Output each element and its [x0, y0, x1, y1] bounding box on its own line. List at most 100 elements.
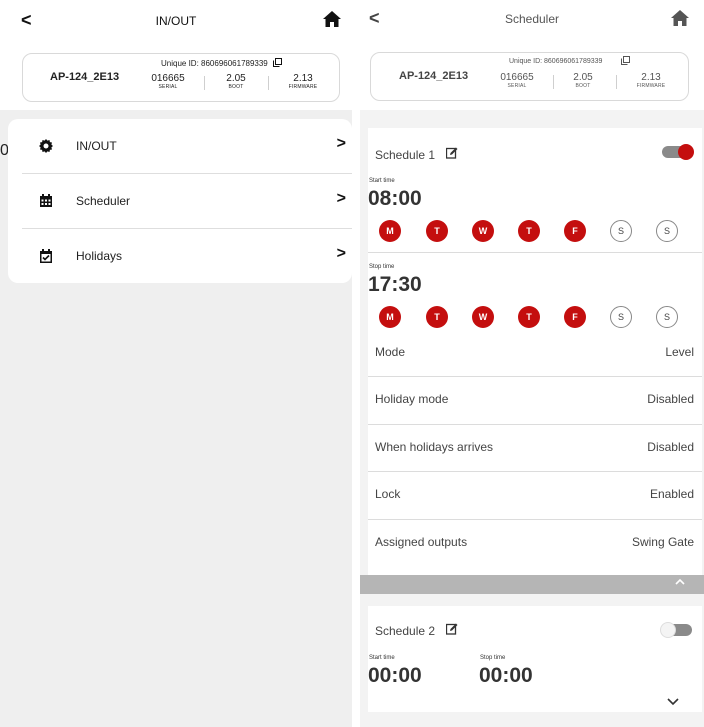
setting-row-lock[interactable]: Lock Enabled — [368, 471, 702, 518]
day-monday[interactable]: M — [379, 220, 401, 242]
device-name: AP-124_2E13 — [50, 71, 120, 83]
day-monday[interactable]: M — [379, 306, 401, 328]
setting-value: Enabled — [649, 487, 694, 501]
device-info-card: AP-124_2E13 Unique ID: 860696061789339 0… — [370, 52, 689, 101]
setting-value: Disabled — [647, 392, 694, 406]
stop-time-label: Stop time — [369, 264, 395, 270]
setting-label: When holidays arrives — [375, 440, 494, 454]
schedule-title: Schedule 2 — [375, 624, 436, 638]
menu-item-inout[interactable]: IN/OUT > — [22, 119, 352, 174]
firmware-label: FIRMWARE — [288, 84, 318, 90]
chevron-up-icon — [675, 578, 685, 585]
day-sunday[interactable]: S — [656, 220, 678, 242]
boot-label: BOOT — [228, 84, 244, 90]
schedule-2-card: Schedule 2 Start time 00:00 Stop time 00… — [368, 606, 702, 712]
gear-icon — [39, 139, 53, 153]
copy-icon[interactable] — [621, 56, 630, 65]
calendar-icon — [40, 194, 52, 207]
firmware-value: 2.13 — [641, 72, 661, 83]
serial-info: 016665 SERIAL — [143, 73, 193, 90]
day-sunday[interactable]: S — [656, 306, 678, 328]
header-area: < IN/OUT AP-124_2E13 Unique ID: 86069606… — [0, 0, 352, 110]
boot-label: BOOT — [575, 83, 591, 89]
firmware-info: 2.13 FIRMWARE — [278, 73, 328, 90]
day-tuesday[interactable]: T — [426, 306, 448, 328]
copy-icon[interactable] — [273, 58, 282, 67]
collapse-bar[interactable] — [360, 575, 704, 594]
day-friday[interactable]: F — [564, 306, 586, 328]
page-title: Scheduler — [504, 12, 560, 26]
firmware-info: 2.13 FIRMWARE — [626, 72, 676, 89]
day-wednesday[interactable]: W — [472, 220, 494, 242]
setting-label: Lock — [375, 487, 401, 501]
menu-item-label: Holidays — [76, 249, 123, 263]
menu-item-scheduler[interactable]: Scheduler > — [22, 174, 352, 229]
start-time-label: Start time — [369, 178, 395, 184]
divider — [204, 76, 205, 90]
setting-value: Level — [665, 345, 694, 359]
menu-item-label: Scheduler — [76, 194, 131, 208]
home-icon[interactable] — [671, 10, 689, 26]
start-time-label: Start time — [369, 655, 395, 661]
toggle-knob — [660, 622, 676, 638]
toggle-knob — [678, 144, 694, 160]
scheduler-screen: < Scheduler AP-124_2E13 Unique ID: 86069… — [360, 0, 704, 727]
divider — [368, 252, 702, 253]
start-time[interactable]: 00:00 — [368, 664, 422, 688]
setting-row-mode[interactable]: Mode Level — [368, 329, 702, 376]
boot-value: 2.05 — [573, 72, 593, 83]
schedule-1-toggle[interactable] — [662, 144, 694, 160]
header-area: < Scheduler AP-124_2E13 Unique ID: 86069… — [360, 0, 704, 110]
schedule-title: Schedule 1 — [375, 148, 436, 162]
chevron-right-icon: > — [336, 135, 346, 152]
divider — [268, 76, 269, 90]
setting-value: Disabled — [647, 440, 694, 454]
serial-value: 016665 — [151, 73, 185, 84]
start-time[interactable]: 08:00 — [368, 187, 422, 211]
setting-row-holiday-mode[interactable]: Holiday mode Disabled — [368, 376, 702, 423]
edit-icon[interactable] — [446, 623, 458, 635]
setting-label: Holiday mode — [375, 392, 449, 406]
boot-info: 2.05 BOOT — [558, 72, 608, 89]
boot-value: 2.05 — [226, 73, 246, 84]
menu-item-label: IN/OUT — [76, 139, 117, 153]
inout-screen: < IN/OUT AP-124_2E13 Unique ID: 86069606… — [0, 0, 352, 727]
setting-row-assigned-outputs[interactable]: Assigned outputs Swing Gate — [368, 519, 702, 566]
device-name: AP-124_2E13 — [399, 70, 469, 82]
serial-value: 016665 — [500, 72, 534, 83]
chevron-right-icon: > — [336, 245, 346, 262]
firmware-value: 2.13 — [293, 73, 313, 84]
firmware-label: FIRMWARE — [636, 83, 666, 89]
schedule-2-toggle[interactable] — [660, 622, 692, 638]
stop-time-label: Stop time — [480, 655, 506, 661]
setting-row-when-holidays-arrives[interactable]: When holidays arrives Disabled — [368, 424, 702, 471]
boot-info: 2.05 BOOT — [211, 73, 261, 90]
day-thursday[interactable]: T — [518, 306, 540, 328]
chevron-right-icon: > — [336, 190, 346, 207]
edit-icon[interactable] — [446, 147, 458, 159]
page-title: IN/OUT — [155, 14, 197, 28]
setting-value: Swing Gate — [631, 535, 694, 549]
day-saturday[interactable]: S — [610, 220, 632, 242]
menu-item-holidays[interactable]: Holidays > — [22, 229, 352, 284]
home-icon[interactable] — [323, 11, 341, 27]
day-saturday[interactable]: S — [610, 306, 632, 328]
schedule-1-card: Schedule 1 Start time 08:00 M T W T F S … — [368, 128, 702, 575]
unique-id: Unique ID: 860696061789339 — [509, 58, 603, 65]
menu-card: IN/OUT > Scheduler > Holidays > — [8, 119, 352, 283]
stop-time[interactable]: 00:00 — [479, 664, 533, 688]
unique-id: Unique ID: 860696061789339 — [161, 59, 268, 68]
setting-label: Assigned outputs — [375, 535, 468, 549]
stop-time[interactable]: 17:30 — [368, 273, 422, 297]
day-tuesday[interactable]: T — [426, 220, 448, 242]
divider — [616, 75, 617, 89]
day-friday[interactable]: F — [564, 220, 586, 242]
serial-label: SERIAL — [158, 84, 178, 90]
day-wednesday[interactable]: W — [472, 306, 494, 328]
setting-label: Mode — [375, 345, 406, 359]
chevron-down-icon[interactable] — [667, 698, 679, 706]
divider — [553, 75, 554, 89]
serial-info: 016665 SERIAL — [492, 72, 542, 89]
day-thursday[interactable]: T — [518, 220, 540, 242]
device-info-card: AP-124_2E13 Unique ID: 860696061789339 0… — [22, 53, 340, 102]
